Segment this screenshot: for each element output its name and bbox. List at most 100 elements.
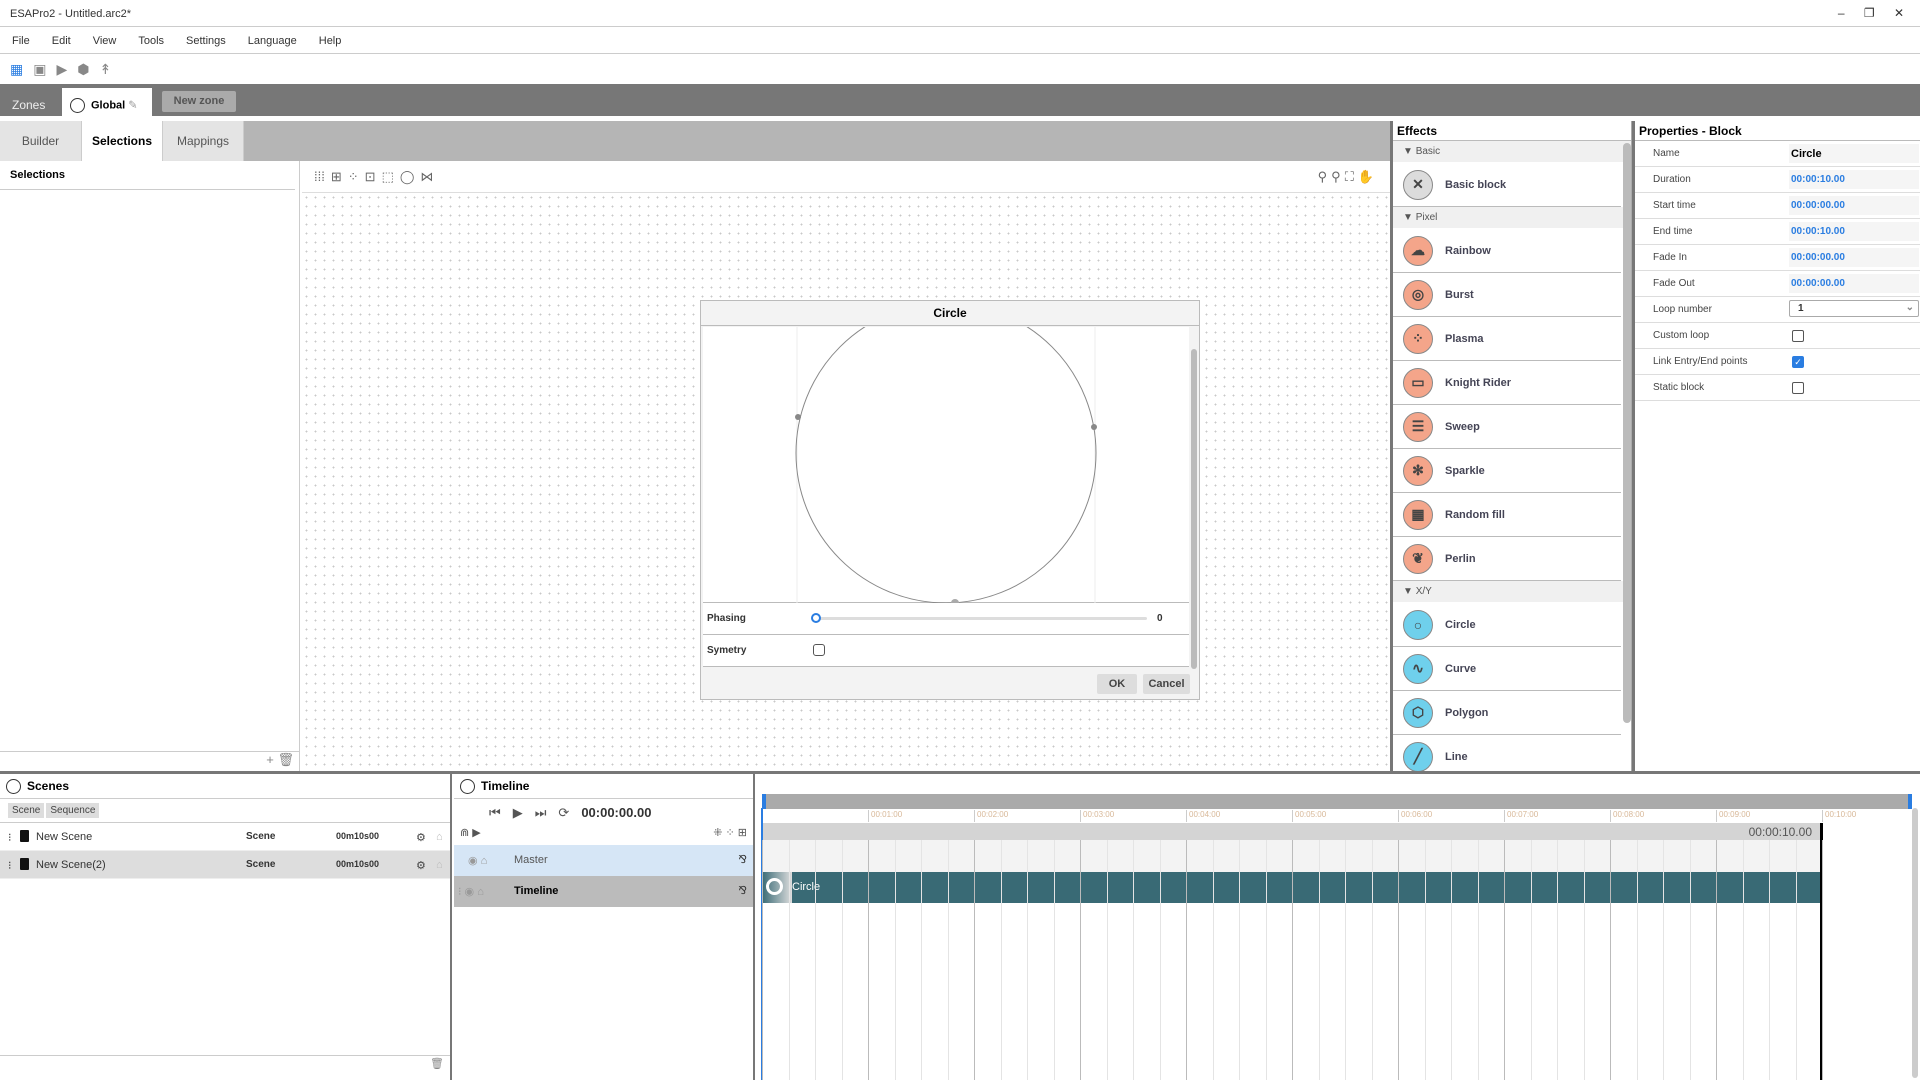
tab-selections[interactable]: Selections [82,121,163,161]
grid-icon[interactable]: ▦ [10,61,23,78]
track-master[interactable]: ◉ ⌂ Master ⅋ [454,845,753,876]
scene-name[interactable]: New Scene [36,831,92,843]
menu-view[interactable]: View [93,35,117,47]
add-icon[interactable]: + [266,752,274,767]
effects-section-pixel[interactable]: ▼ Pixel [1393,207,1631,229]
play-icon[interactable]: ▶ [56,61,67,78]
effect-basic-block[interactable]: ✕ Basic block [1393,163,1621,207]
tab-mappings[interactable]: Mappings [163,121,244,161]
trash-icon[interactable]: 🗑 [430,1057,444,1070]
tab-builder[interactable]: Builder [0,121,82,161]
drag-handle-icon[interactable]: ⁝ [8,859,12,872]
phasing-slider[interactable] [811,613,1147,623]
save-icon[interactable]: ▣ [33,61,46,78]
effects-section-xy[interactable]: ▼ X/Y [1393,581,1631,603]
pointer-icon[interactable]: ↟ [99,61,111,78]
slider-thumb[interactable] [811,613,821,623]
property-value[interactable]: 00:00:10.00 [1789,222,1919,241]
effects-section-basic[interactable]: ▼ Basic [1393,141,1631,163]
menu-language[interactable]: Language [248,35,297,47]
effect-icon[interactable]: ⅋ [738,853,747,866]
hand-icon[interactable]: ✋ [1358,169,1378,184]
circle-preview[interactable] [703,302,1189,607]
magnet-icon[interactable]: ⋒ ▶ [460,826,481,839]
drag-handle-icon[interactable]: ⁝ [8,831,12,844]
new-zone-button[interactable]: New zone [162,91,236,112]
menu-help[interactable]: Help [319,35,342,47]
edit-icon[interactable]: ✎ [128,99,137,111]
effect-perlin[interactable]: ❦ Perlin [1393,537,1621,581]
circle-shape[interactable] [703,302,1189,607]
menu-tools[interactable]: Tools [138,35,164,47]
scene-name[interactable]: New Scene(2) [36,859,106,871]
zone-tab-global[interactable]: Global ✎ [62,88,152,119]
effect-knight-rider[interactable]: ▭ Knight Rider [1393,361,1621,405]
effect-plasma[interactable]: ⁘ Plasma [1393,317,1621,361]
scene-icon [20,858,29,870]
package-icon[interactable]: ⬢ [77,61,89,78]
menu-edit[interactable]: Edit [52,35,71,47]
scene-row[interactable]: ⁝ New Scene(2) Scene 00m10s00 ⚙ ⌂ [0,851,450,879]
fit-icon[interactable]: ⛶ [1345,169,1358,184]
effect-line[interactable]: ╱ Line [1393,735,1621,772]
dialog-scrollbar[interactable] [1191,349,1197,669]
timeline-scrollbar[interactable] [1912,808,1918,1078]
effects-scrollbar[interactable] [1623,143,1631,723]
effect-curve[interactable]: ∿ Curve [1393,647,1621,691]
polygon-select-icon[interactable]: ⋈ [420,169,433,185]
scene-row[interactable]: ⁝ New Scene Scene 00m10s00 ⚙ ⌂ [0,823,450,851]
timeline-title: Timeline [481,779,530,793]
select-all-icon[interactable]: ⁞⁞⁞ [314,169,325,184]
checkbox[interactable]: ✓ [1792,356,1804,368]
lock-icon[interactable]: ⌂ [436,859,443,871]
visibility-icon[interactable]: ⁝ ◉ ⌂ [458,885,484,898]
checkbox[interactable] [1792,330,1804,342]
select-circle-icon[interactable]: ⊡ [365,169,376,185]
timeline-scroll[interactable] [762,794,1912,809]
add-sequence-button[interactable]: Sequence [46,803,100,818]
skip-forward-icon[interactable]: ⏭ [535,805,547,821]
effect-sweep[interactable]: ☰ Sweep [1393,405,1621,449]
add-scene-button[interactable]: Scene [8,803,45,818]
rect-select-icon[interactable]: ⬚ [382,169,394,185]
radio-icon[interactable] [460,779,475,795]
property-value[interactable]: 00:00:00.00 [1789,248,1919,267]
trash-icon[interactable]: 🗑 [277,752,294,767]
effect-icon[interactable]: ⅋ [738,884,747,897]
loop-number-select[interactable]: 1 ⌄ [1789,300,1919,317]
zoom-out-icon[interactable]: ⚲ [1318,169,1332,184]
select-grid-icon[interactable]: ⁘ [348,169,359,185]
effect-sparkle[interactable]: ✻ Sparkle [1393,449,1621,493]
menu-file[interactable]: File [12,35,30,47]
timeline-area[interactable]: 00:01:00 00:02:00 00:03:00 00:04:00 00:05:00… [757,774,1920,1080]
visibility-icon[interactable]: ◉ ⌂ [468,854,487,867]
effect-label: Polygon [1445,706,1489,719]
property-value[interactable]: 00:00:00.00 [1789,196,1919,215]
effect-circle[interactable]: ○ Circle [1393,603,1621,647]
track-timeline[interactable]: ⁝ ◉ ⌂ Timeline ⅋ [454,876,753,907]
effect-random-fill[interactable]: ▦ Random fill [1393,493,1621,537]
skip-back-icon[interactable]: ⏮ [489,805,501,821]
lock-icon[interactable]: ⌂ [436,831,443,843]
menu-settings[interactable]: Settings [186,35,226,47]
effect-polygon[interactable]: ⬡ Polygon [1393,691,1621,735]
effect-rainbow[interactable]: ☁ Rainbow [1393,229,1621,273]
track-tools-icon[interactable]: ⁜ ⁘ ⊞ [713,826,747,839]
zoom-in-icon[interactable]: ⚲ [1331,169,1345,184]
play-icon[interactable]: ▶ [513,805,523,821]
window-controls[interactable]: ‒ ❐ ✕ [1838,6,1912,20]
lasso-icon[interactable]: ◯ [400,169,415,185]
checkbox[interactable] [1792,382,1804,394]
radio-icon[interactable] [6,779,21,795]
symetry-checkbox[interactable] [813,644,825,656]
property-value[interactable]: 00:00:10.00 [1789,170,1919,189]
property-value[interactable]: 00:00:00.00 [1789,274,1919,293]
property-value[interactable]: Circle [1789,144,1919,163]
ok-button[interactable]: OK [1097,674,1137,694]
loop-icon[interactable]: ⟳ [558,805,569,821]
select-line-icon[interactable]: ⊞ [331,169,342,185]
settings-icon[interactable]: ⚙ [416,831,426,844]
cancel-button[interactable]: Cancel [1143,674,1190,694]
settings-icon[interactable]: ⚙ [416,859,426,872]
effect-burst[interactable]: ◎ Burst [1393,273,1621,317]
